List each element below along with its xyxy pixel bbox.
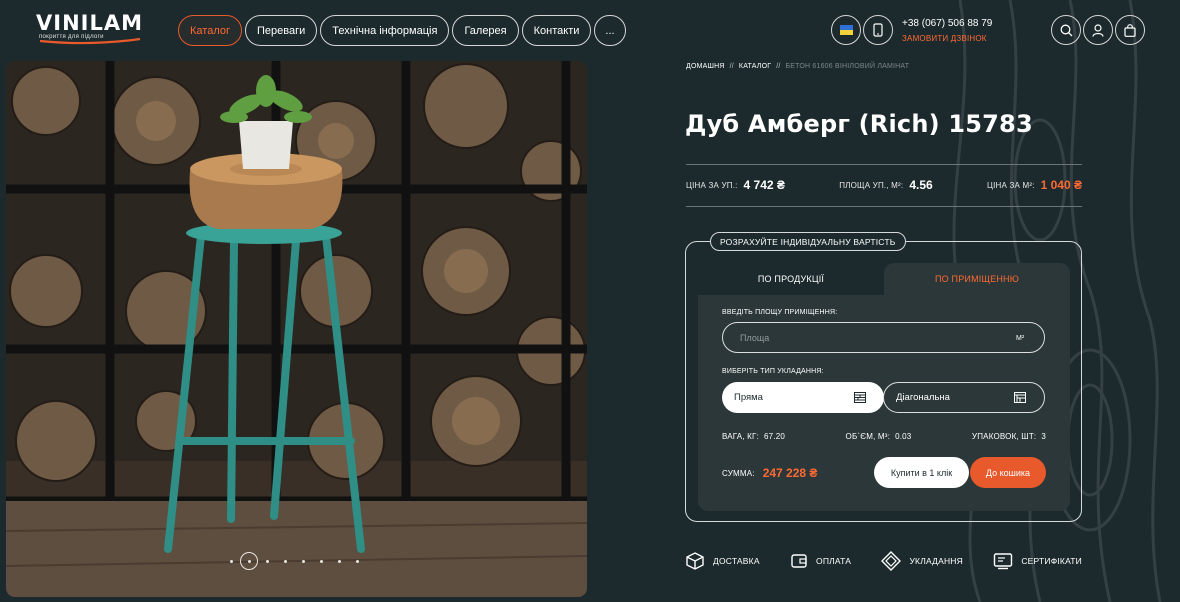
laying-diagonal-option[interactable]: Діагональна [883, 382, 1045, 413]
volume-label: ОБ`ЄМ, М³: [845, 432, 891, 441]
nav-item-gallery[interactable]: Галерея [452, 15, 519, 46]
price-per-pack: ЦІНА ЗА УП.: 4 742 ₴ [686, 178, 785, 192]
price-calculator: РОЗРАХУЙТЕ ІНДИВІДУАЛЬНУ ВАРТІСТЬ ПО ПРО… [685, 232, 1082, 522]
ukraine-flag-icon [839, 25, 853, 35]
slider-dot[interactable] [330, 552, 348, 570]
sum-label: СУММА: [722, 468, 755, 478]
breadcrumb-current: БЕТОН 61606 ВІНІЛОВИЙ ЛАМІНАТ [785, 63, 910, 70]
calculator-tabs: ПО ПРОДУКЦІЇ ПО ПРИМІЩЕННЮ [698, 263, 1070, 295]
packs-value: 3 [1041, 432, 1046, 441]
diagonal-laying-icon [1014, 392, 1026, 403]
breadcrumb-separator: // [776, 63, 781, 70]
slider-dot[interactable] [222, 552, 240, 570]
volume-stat: ОБ`ЄМ, М³: 0.03 [846, 432, 912, 441]
header-actions [1051, 15, 1145, 45]
price-per-m2-label: ЦІНА ЗА М²: [986, 180, 1035, 190]
packs-stat: УПАКОВОК, ШТ: 3 [972, 432, 1046, 441]
feature-certificates[interactable]: СЕРТИФІКАТИ [993, 552, 1082, 570]
feature-certificates-label: СЕРТИФІКАТИ [1021, 556, 1082, 566]
price-per-m2: ЦІНА ЗА М²: 1 040 ₴ [987, 178, 1082, 192]
price-per-pack-label: ЦІНА ЗА УП.: [686, 180, 738, 190]
nav-item-more[interactable]: ... [594, 15, 626, 46]
weight-stat: ВАГА, КГ: 67.20 [722, 432, 785, 441]
volume-value: 0.03 [895, 432, 912, 441]
breadcrumb-home[interactable]: ДОМАШНЯ [686, 63, 725, 70]
phone-number[interactable]: +38 (067) 506 88 79 [902, 18, 992, 29]
logo-swoosh-icon [39, 37, 141, 45]
tab-by-product[interactable]: ПО ПРОДУКЦІЇ [698, 263, 884, 295]
calculator-body: ВВЕДІТЬ ПЛОЩУ ПРИМІЩЕННЯ: М² ВИБЕРІТЬ ТИ… [698, 295, 1070, 511]
divider [686, 164, 1082, 165]
tab-by-room[interactable]: ПО ПРИМІЩЕННЮ [884, 263, 1070, 295]
feature-laying-label: УКЛАДАННЯ [909, 556, 963, 566]
feature-links: ДОСТАВКА ОПЛАТА УКЛАДАННЯ СЕРТИФІКАТИ [685, 551, 1082, 571]
nav-item-catalog[interactable]: Каталог [178, 15, 242, 46]
product-photo [6, 61, 587, 597]
pack-area-label: ПЛОЩА УП., М²: [839, 180, 904, 190]
pack-area-value: 4.56 [909, 178, 933, 192]
shopping-bag-icon [1124, 23, 1136, 37]
callback-link[interactable]: ЗАМОВИТИ ДЗВІНОК [902, 34, 992, 43]
breadcrumb: ДОМАШНЯ // КАТАЛОГ // БЕТОН 61606 ВІНІЛОВИЙ … [686, 63, 909, 70]
total-sum: СУММА: 247 228 ₴ [722, 466, 817, 480]
feature-delivery[interactable]: ДОСТАВКА [685, 551, 760, 571]
weight-value: 67.20 [764, 432, 786, 441]
calculator-title: РОЗРАХУЙТЕ ІНДИВІДУАЛЬНУ ВАРТІСТЬ [710, 232, 906, 251]
header-contact: +38 (067) 506 88 79 ЗАМОВИТИ ДЗВІНОК [902, 18, 992, 43]
slider-dot[interactable] [294, 552, 312, 570]
breadcrumb-catalog[interactable]: КАТАЛОГ [739, 63, 771, 70]
buy-one-click-button[interactable]: Купити в 1 клік [874, 457, 969, 488]
pack-area: ПЛОЩА УП., М²: 4.56 [839, 178, 933, 192]
weight-label: ВАГА, КГ: [722, 432, 759, 441]
nav-item-tech-info[interactable]: Технічна інформація [320, 15, 450, 46]
feature-payment-label: ОПЛАТА [816, 556, 852, 566]
site-header: VINILAM покриття для підлоги Каталог Пер… [0, 0, 1180, 60]
laying-straight-option[interactable]: Пряма [722, 382, 884, 413]
laying-straight-label: Пряма [734, 392, 763, 403]
language-switcher[interactable] [831, 15, 861, 45]
logo-text: VINILAM [36, 11, 143, 35]
certificate-icon [994, 553, 1013, 570]
slider-dots [222, 552, 366, 570]
straight-laying-icon [854, 392, 866, 403]
add-to-cart-button[interactable]: До кошика [970, 457, 1046, 488]
slider-dot[interactable] [312, 552, 330, 570]
laying-label: ВИБЕРІТЬ ТИП УКЛАДАННЯ: [722, 368, 824, 375]
cart-button[interactable] [1115, 15, 1145, 45]
product-title: Дуб Амберг (Rich) 15783 [685, 110, 1033, 138]
box-icon [686, 552, 704, 570]
tiles-icon [881, 551, 902, 571]
logo[interactable]: VINILAM покриття для підлоги [36, 12, 146, 48]
feature-payment[interactable]: ОПЛАТА [790, 552, 851, 570]
user-icon [1092, 23, 1104, 37]
main-nav: Каталог Переваги Технічна інформація Гал… [178, 15, 626, 46]
slider-dot[interactable] [276, 552, 294, 570]
search-button[interactable] [1051, 15, 1081, 45]
nav-item-advantages[interactable]: Переваги [245, 15, 318, 46]
slider-dot[interactable] [348, 552, 366, 570]
phone-button[interactable] [863, 15, 893, 45]
feature-delivery-label: ДОСТАВКА [713, 556, 760, 566]
area-unit: М² [1016, 335, 1025, 342]
price-per-m2-value: 1 040 ₴ [1040, 178, 1082, 192]
area-label: ВВЕДІТЬ ПЛОЩУ ПРИМІЩЕННЯ: [722, 309, 838, 316]
breadcrumb-separator: // [729, 63, 734, 70]
sum-value: 247 228 ₴ [762, 466, 818, 480]
laying-diagonal-label: Діагональна [896, 392, 950, 403]
slider-dot-active[interactable] [240, 552, 258, 570]
calculation-stats: ВАГА, КГ: 67.20 ОБ`ЄМ, М³: 0.03 УПАКОВОК, … [722, 432, 1046, 441]
smartphone-icon [873, 23, 883, 37]
price-row: ЦІНА ЗА УП.: 4 742 ₴ ПЛОЩА УП., М²: 4.56… [686, 178, 1082, 192]
feature-laying[interactable]: УКЛАДАННЯ [881, 551, 963, 571]
search-icon [1060, 24, 1072, 36]
area-input[interactable] [722, 322, 1045, 353]
price-per-pack-value: 4 742 ₴ [743, 178, 785, 192]
account-button[interactable] [1083, 15, 1113, 45]
wallet-icon [791, 554, 807, 568]
divider [686, 206, 1082, 207]
packs-label: УПАКОВОК, ШТ: [971, 432, 1037, 441]
slider-dot[interactable] [258, 552, 276, 570]
product-photo-image [6, 61, 587, 597]
nav-item-contacts[interactable]: Контакти [521, 15, 592, 46]
